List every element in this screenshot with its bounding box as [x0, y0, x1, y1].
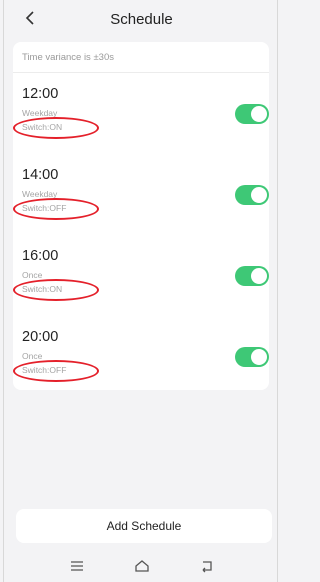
schedule-repeat: Once	[22, 351, 43, 361]
schedule-item[interactable]: 14:00 Weekday Switch:OFF	[13, 167, 269, 247]
schedule-time: 16:00	[22, 248, 59, 264]
annotation-ellipse	[13, 117, 99, 139]
menu-icon	[70, 561, 83, 571]
toggle-knob	[251, 106, 267, 122]
schedule-toggle[interactable]	[235, 185, 269, 205]
schedule-toggle[interactable]	[235, 104, 269, 124]
add-schedule-button[interactable]: Add Schedule	[16, 509, 272, 543]
schedule-time: 14:00	[22, 167, 59, 183]
back-button[interactable]	[18, 6, 42, 30]
system-nav-bar	[4, 550, 279, 582]
menu-button[interactable]	[65, 554, 89, 578]
schedule-repeat: Once	[22, 270, 43, 280]
home-icon	[134, 560, 149, 572]
toggle-knob	[251, 187, 267, 203]
toggle-knob	[251, 349, 267, 365]
return-button[interactable]	[195, 554, 219, 578]
schedule-item[interactable]: 12:00 Weekday Switch:ON	[13, 86, 269, 166]
return-icon	[202, 561, 212, 573]
schedule-time: 20:00	[22, 329, 59, 345]
chevron-left-icon	[25, 11, 34, 25]
toggle-knob	[251, 268, 267, 284]
schedule-toggle[interactable]	[235, 266, 269, 286]
variance-note: Time variance is ±30s	[22, 52, 114, 63]
header: Schedule	[4, 0, 279, 38]
page-title: Schedule	[110, 10, 173, 28]
app-frame: Schedule Time variance is ±30s 12:00 Wee…	[3, 0, 278, 582]
schedule-toggle[interactable]	[235, 347, 269, 367]
home-button[interactable]	[130, 554, 154, 578]
schedule-item[interactable]: 16:00 Once Switch:ON	[13, 248, 269, 328]
schedule-card: Time variance is ±30s 12:00 Weekday Swit…	[13, 42, 269, 390]
annotation-ellipse	[13, 360, 99, 382]
schedule-time: 12:00	[22, 86, 59, 102]
annotation-ellipse	[13, 198, 99, 220]
divider	[13, 72, 269, 73]
annotation-ellipse	[13, 279, 99, 301]
schedule-item[interactable]: 20:00 Once Switch:OFF	[13, 329, 269, 409]
